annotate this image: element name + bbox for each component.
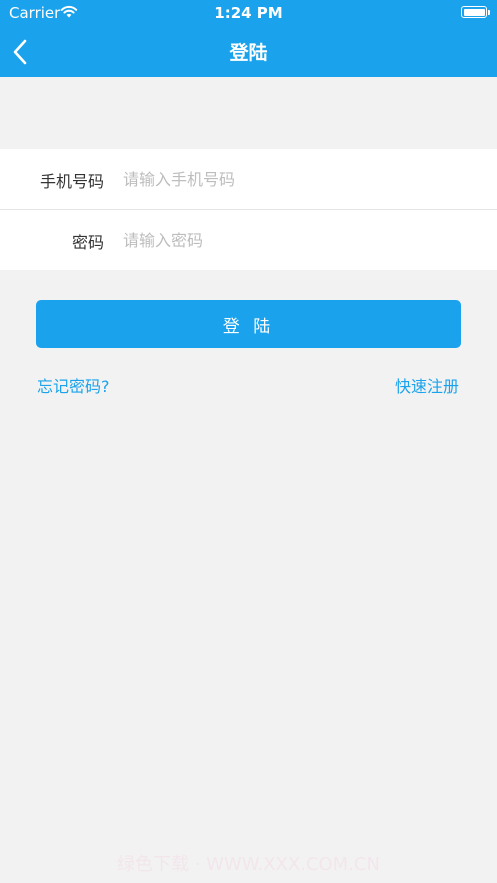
quick-register-link[interactable]: 快速注册 xyxy=(395,373,459,397)
status-bar: Carrier 1:24 PM xyxy=(0,0,497,26)
forgot-password-link[interactable]: 忘记密码? xyxy=(37,373,110,397)
login-button[interactable]: 登 陆 xyxy=(36,300,461,348)
phone-label: 手机号码 xyxy=(39,172,104,191)
login-form: 手机号码 密码 xyxy=(0,149,497,270)
page-title: 登陆 xyxy=(229,42,268,64)
password-label: 密码 xyxy=(71,233,104,252)
nav-bar: 登陆 xyxy=(0,26,497,77)
password-input[interactable] xyxy=(123,222,473,258)
watermark: 绿色下载 · WWW.XXX.COM.CN xyxy=(117,854,380,875)
phone-input[interactable] xyxy=(123,161,473,197)
password-row: 密码 xyxy=(0,209,497,270)
header: Carrier 1:24 PM 登陆 xyxy=(0,0,497,77)
battery-icon xyxy=(461,6,490,18)
phone-row: 手机号码 xyxy=(0,149,497,209)
status-time: 1:24 PM xyxy=(214,4,283,22)
